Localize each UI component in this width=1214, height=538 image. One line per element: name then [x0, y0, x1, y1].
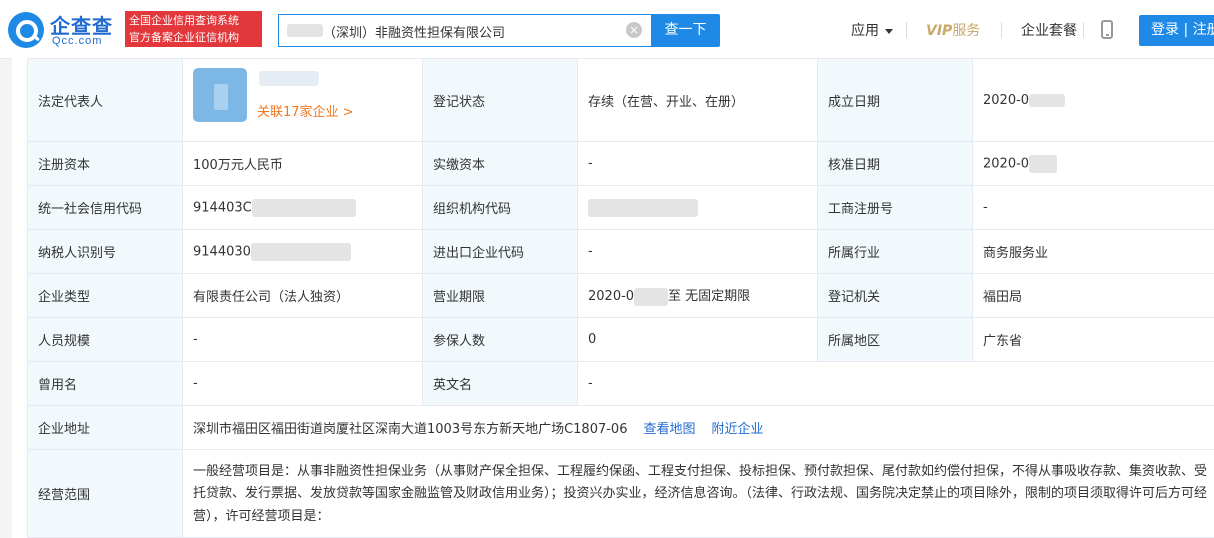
biz-term-start: 2020-0 — [588, 289, 635, 305]
credit-code-cell: 914403C — [182, 185, 423, 230]
clear-icon[interactable]: × — [626, 22, 642, 38]
official-badge: 全国企业信用查询系统 官方备案企业征信机构 — [125, 11, 262, 47]
company-type-value: 有限责任公司（法人独资） — [182, 273, 423, 318]
related-companies-link[interactable]: 关联17家企业 > — [257, 101, 354, 120]
address-cell: 深圳市福田区福田街道岗厦社区深南大道1003号东方新天地广场C1807-06 查看… — [182, 405, 1214, 450]
paid-capital-label: 实缴资本 — [422, 141, 578, 186]
insured-count-value: 0 — [577, 317, 818, 362]
former-name-value: - — [182, 361, 423, 406]
paid-capital-value: - — [577, 141, 818, 186]
region-label: 所属地区 — [817, 317, 973, 362]
credit-code-label: 统一社会信用代码 — [27, 185, 183, 230]
import-export-value: - — [577, 229, 818, 274]
business-info-table: 法定代表人 关联17家企业 > 登记状态 存续（在营、开业、在册） 成立日期 2… — [27, 58, 1214, 538]
qcc-logo[interactable]: 企查查 Qcc.com — [8, 10, 123, 50]
login-register-button[interactable]: 登录 | 注册 — [1139, 15, 1214, 46]
table-row: 经营范围 一般经营项目是：从事非融资性担保业务（从事财产保全担保、工程履约保函、… — [27, 449, 1214, 538]
nav-vip-service[interactable]: VIP服务 — [926, 20, 980, 40]
insured-count-label: 参保人数 — [422, 317, 578, 362]
biz-term-label: 营业期限 — [422, 273, 578, 318]
approval-date-cell: 2020-0 — [972, 141, 1214, 186]
table-row: 曾用名 - 英文名 - — [27, 361, 1214, 406]
avatar[interactable] — [193, 68, 247, 122]
search-input[interactable] — [279, 15, 665, 48]
biz-term-cell: 2020-0 至 无固定期限 — [577, 273, 818, 318]
redacted-date — [1029, 154, 1058, 173]
badge-line-1: 全国企业信用查询系统 — [129, 14, 239, 27]
biz-term-end: 至 无固定期限 — [668, 289, 751, 305]
industry-label: 所属行业 — [817, 229, 973, 274]
approval-date-label: 核准日期 — [817, 141, 973, 186]
established-date-value: 2020-0 — [983, 92, 1030, 108]
badge-line-2: 官方备案企业征信机构 — [129, 31, 239, 44]
chevron-down-icon — [885, 28, 893, 34]
table-row: 企业类型 有限责任公司（法人独资） 营业期限 2020-0 至 无固定期限 登记机… — [27, 273, 1214, 318]
industry-value: 商务服务业 — [972, 229, 1214, 274]
reg-status-value: 存续（在营、开业、在册） — [577, 58, 818, 142]
company-type-label: 企业类型 — [27, 273, 183, 318]
reg-status-label: 登记状态 — [422, 58, 578, 142]
view-map-link[interactable]: 查看地图 — [643, 422, 695, 437]
approval-date-value: 2020-0 — [983, 156, 1030, 171]
english-name-label: 英文名 — [422, 361, 578, 406]
english-name-value: - — [577, 361, 1214, 406]
nav-divider — [1001, 22, 1002, 38]
former-name-label: 曾用名 — [27, 361, 183, 406]
table-row: 纳税人识别号 9144030 进出口企业代码 - 所属行业 商务服务业 — [27, 229, 1214, 274]
vip-service-label: 服务 — [952, 23, 981, 39]
nav-apps-menu[interactable]: 应用 — [851, 20, 893, 40]
top-header: 企查查 Qcc.com 全国企业信用查询系统 官方备案企业征信机构 × 查一下 … — [0, 0, 1214, 59]
redacted-code — [588, 198, 698, 217]
table-row: 企业地址 深圳市福田区福田街道岗厦社区深南大道1003号东方新天地广场C1807… — [27, 405, 1214, 450]
mobile-phone-icon[interactable] — [1101, 20, 1113, 39]
table-row: 注册资本 100万元人民币 实缴资本 - 核准日期 2020-0 — [27, 141, 1214, 186]
region-value: 广东省 — [972, 317, 1214, 362]
credit-code-value: 914403C — [193, 200, 252, 215]
taxpayer-id-label: 纳税人识别号 — [27, 229, 183, 274]
search-button[interactable]: 查一下 — [651, 14, 720, 47]
redacted-code — [251, 198, 356, 217]
import-export-label: 进出口企业代码 — [422, 229, 578, 274]
business-scope-label: 经营范围 — [27, 449, 183, 538]
reg-authority-value: 福田局 — [972, 273, 1214, 318]
staff-size-label: 人员规模 — [27, 317, 183, 362]
business-scope-value: 一般经营项目是：从事非融资性担保业务（从事财产保全担保、工程履约保函、工程支付担… — [182, 449, 1214, 538]
table-row: 法定代表人 关联17家企业 > 登记状态 存续（在营、开业、在册） 成立日期 2… — [27, 58, 1214, 142]
redacted-date — [1029, 93, 1066, 107]
vip-mark: VIP — [926, 23, 953, 39]
nav-divider — [906, 22, 907, 38]
biz-reg-no-label: 工商注册号 — [817, 185, 973, 230]
established-date-cell: 2020-0 — [972, 58, 1214, 142]
legal-rep-name-redacted[interactable] — [259, 71, 319, 86]
nav-apps-label: 应用 — [851, 23, 879, 39]
legal-rep-cell: 关联17家企业 > — [182, 58, 423, 142]
search-box: × — [278, 14, 665, 48]
nav-divider — [1083, 22, 1084, 38]
org-code-label: 组织机构代码 — [422, 185, 578, 230]
biz-reg-no-value: - — [972, 185, 1214, 230]
redacted-code — [250, 242, 351, 261]
redacted-date — [634, 287, 669, 306]
reg-capital-label: 注册资本 — [27, 141, 183, 186]
address-value: 深圳市福田区福田街道岗厦社区深南大道1003号东方新天地广场C1807-06 — [193, 422, 628, 437]
reg-authority-label: 登记机关 — [817, 273, 973, 318]
org-code-cell — [577, 185, 818, 230]
logo-domain: Qcc.com — [52, 35, 103, 47]
staff-size-value: - — [182, 317, 423, 362]
address-label: 企业地址 — [27, 405, 183, 450]
nearby-companies-link[interactable]: 附近企业 — [712, 422, 764, 437]
table-row: 人员规模 - 参保人数 0 所属地区 广东省 — [27, 317, 1214, 362]
taxpayer-id-cell: 9144030 — [182, 229, 423, 274]
established-date-label: 成立日期 — [817, 58, 973, 142]
taxpayer-id-value: 9144030 — [193, 244, 251, 259]
nav-enterprise-package[interactable]: 企业套餐 — [1021, 20, 1077, 40]
reg-capital-value: 100万元人民币 — [182, 141, 423, 186]
legal-rep-label: 法定代表人 — [27, 58, 183, 142]
qcc-logo-icon — [8, 12, 44, 48]
table-row: 统一社会信用代码 914403C 组织机构代码 工商注册号 - — [27, 185, 1214, 230]
